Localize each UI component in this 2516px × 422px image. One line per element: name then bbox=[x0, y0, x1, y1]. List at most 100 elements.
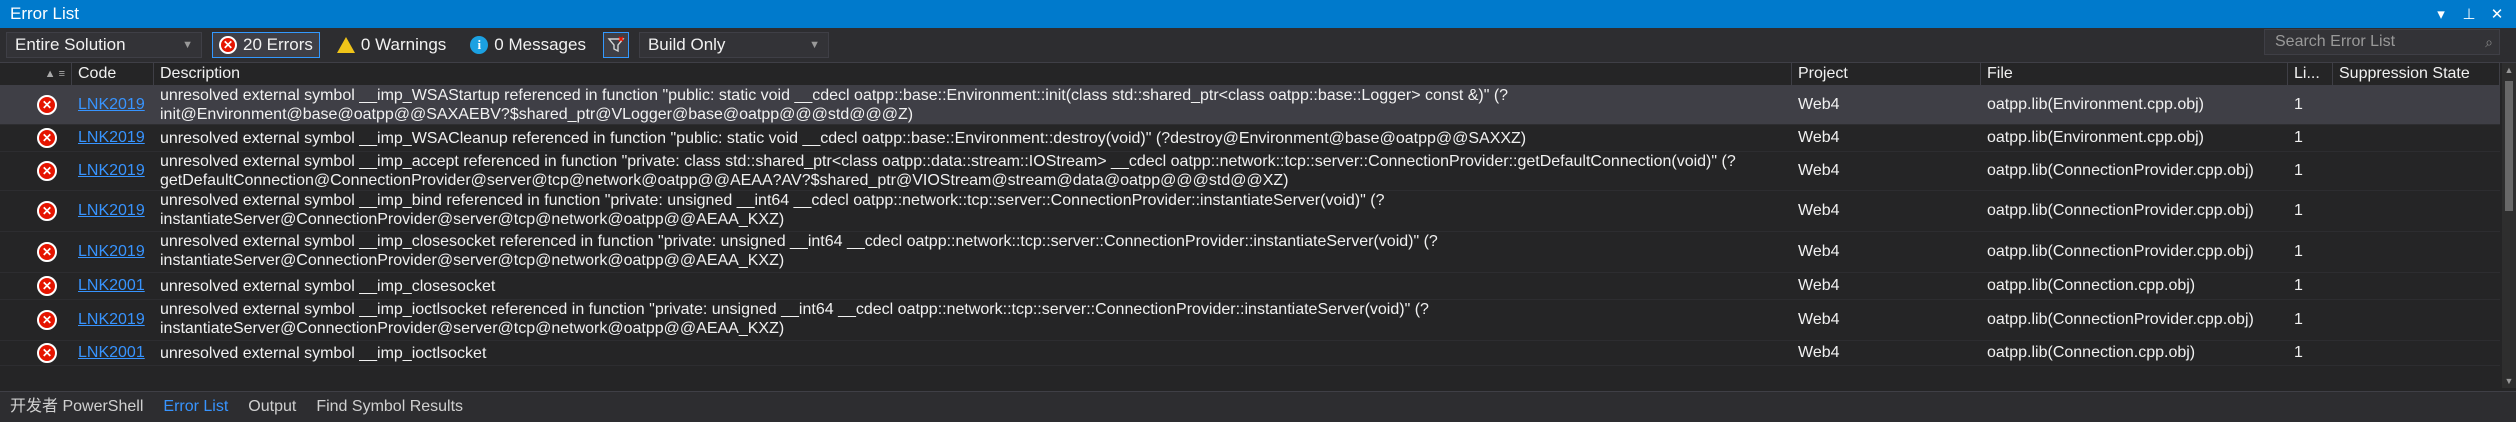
search-input[interactable]: Search Error List ⌕ bbox=[2264, 29, 2500, 55]
row-file: oatpp.lib(Connection.cpp.obj) bbox=[1987, 344, 2196, 361]
error-code-link[interactable]: LNK2019 bbox=[78, 202, 145, 220]
table-row[interactable]: ✕ LNK2001 unresolved external symbol __i… bbox=[0, 341, 2500, 366]
scroll-down-icon[interactable]: ▼ bbox=[2502, 374, 2516, 388]
bottom-tab-strip: 开发者 PowerShell Error List Output Find Sy… bbox=[0, 391, 2516, 422]
row-description: unresolved external symbol __imp_WSAStar… bbox=[160, 87, 1509, 123]
row-suppression bbox=[2333, 152, 2500, 190]
table-row[interactable]: ✕ LNK2019 unresolved external symbol __i… bbox=[0, 300, 2500, 341]
row-suppression bbox=[2333, 232, 2500, 272]
warnings-count: 0 Warnings bbox=[360, 35, 447, 54]
column-header-code[interactable]: Code bbox=[72, 63, 154, 85]
table-row[interactable]: ✕ LNK2019 unresolved external symbol __i… bbox=[0, 232, 2500, 273]
row-description: unresolved external symbol __imp_ioctlso… bbox=[160, 301, 1429, 337]
error-icon: ✕ bbox=[37, 201, 57, 221]
messages-filter-button[interactable]: i 0 Messages bbox=[463, 32, 593, 58]
table-row[interactable]: ✕ LNK2019 unresolved external symbol __i… bbox=[0, 125, 2500, 152]
row-project: Web4 bbox=[1798, 96, 1840, 113]
error-code-link[interactable]: LNK2019 bbox=[78, 129, 145, 147]
warnings-filter-button[interactable]: 0 Warnings bbox=[330, 32, 453, 58]
row-suppression bbox=[2333, 86, 2500, 124]
table-row[interactable]: ✕ LNK2019 unresolved external symbol __i… bbox=[0, 152, 2500, 191]
error-code-link[interactable]: LNK2019 bbox=[78, 243, 145, 261]
title-bar: Error List ▾ ⊥ ✕ bbox=[0, 0, 2516, 28]
tab-error-list[interactable]: Error List bbox=[153, 392, 238, 422]
toolbar: Entire Solution ▼ ✕ 20 Errors 0 Warnings… bbox=[0, 28, 2516, 63]
column-header-file[interactable]: File bbox=[1981, 63, 2288, 85]
close-icon[interactable]: ✕ bbox=[2488, 5, 2506, 23]
info-icon: i bbox=[470, 36, 489, 54]
search-placeholder: Search Error List bbox=[2275, 33, 2396, 50]
error-icon: ✕ bbox=[37, 343, 57, 363]
build-filter-dropdown[interactable]: Build Only ▼ bbox=[638, 32, 829, 58]
row-file: oatpp.lib(Environment.cpp.obj) bbox=[1987, 96, 2205, 113]
row-file: oatpp.lib(ConnectionProvider.cpp.obj) bbox=[1987, 202, 2254, 219]
row-suppression bbox=[2333, 273, 2500, 299]
window-title: Error List bbox=[10, 4, 79, 23]
build-filter-value: Build Only bbox=[647, 35, 726, 54]
pin-icon[interactable]: ⊥ bbox=[2460, 5, 2478, 23]
scope-dropdown[interactable]: Entire Solution ▼ bbox=[6, 32, 202, 58]
error-code-link[interactable]: LNK2019 bbox=[78, 162, 145, 180]
row-line: 1 bbox=[2294, 311, 2303, 328]
vertical-scrollbar[interactable]: ▲ ▼ bbox=[2502, 63, 2516, 388]
error-icon: ✕ bbox=[219, 36, 237, 54]
messages-count: 0 Messages bbox=[494, 35, 586, 54]
dropdown-icon[interactable]: ▾ bbox=[2432, 5, 2450, 23]
error-table: ▲ ≡ Code Description Project File Li... … bbox=[0, 63, 2500, 366]
row-project: Web4 bbox=[1798, 277, 1840, 294]
error-icon: ✕ bbox=[37, 161, 57, 181]
tab-find-symbol-results[interactable]: Find Symbol Results bbox=[306, 392, 473, 422]
errors-count: 20 Errors bbox=[243, 35, 313, 54]
row-line: 1 bbox=[2294, 344, 2303, 361]
row-line: 1 bbox=[2294, 96, 2303, 113]
row-description: unresolved external symbol __imp_WSAClea… bbox=[160, 129, 1527, 147]
row-description: unresolved external symbol __imp_ioctlso… bbox=[160, 344, 487, 362]
column-header-line[interactable]: Li... bbox=[2288, 63, 2333, 85]
chevron-down-icon: ▼ bbox=[182, 39, 193, 51]
tab-output[interactable]: Output bbox=[238, 392, 306, 422]
scroll-up-icon[interactable]: ▲ bbox=[2502, 63, 2516, 77]
row-suppression bbox=[2333, 191, 2500, 231]
scrollbar-thumb[interactable] bbox=[2505, 81, 2513, 211]
row-file: oatpp.lib(ConnectionProvider.cpp.obj) bbox=[1987, 311, 2254, 328]
row-line: 1 bbox=[2294, 277, 2303, 294]
row-project: Web4 bbox=[1798, 243, 1840, 260]
filter-icon bbox=[607, 36, 625, 53]
row-suppression bbox=[2333, 125, 2500, 151]
row-description: unresolved external symbol __imp_closeso… bbox=[160, 233, 1438, 269]
row-file: oatpp.lib(ConnectionProvider.cpp.obj) bbox=[1987, 162, 2254, 179]
column-header-description[interactable]: Description bbox=[154, 63, 1792, 85]
errors-filter-button[interactable]: ✕ 20 Errors bbox=[212, 32, 320, 58]
row-suppression bbox=[2333, 300, 2500, 340]
search-icon: ⌕ bbox=[2485, 33, 2493, 50]
error-list-window: Error List ▾ ⊥ ✕ Entire Solution ▼ ✕ 20 … bbox=[0, 0, 2516, 422]
column-header-suppression[interactable]: Suppression State bbox=[2333, 63, 2500, 85]
row-project: Web4 bbox=[1798, 311, 1840, 328]
sort-column-header[interactable]: ▲ ≡ bbox=[0, 63, 72, 85]
table-row[interactable]: ✕ LNK2019 unresolved external symbol __i… bbox=[0, 86, 2500, 125]
filter-toggle-button[interactable] bbox=[602, 32, 629, 58]
error-code-link[interactable]: LNK2001 bbox=[78, 344, 145, 362]
error-icon: ✕ bbox=[37, 128, 57, 148]
error-code-link[interactable]: LNK2019 bbox=[78, 311, 145, 329]
row-file: oatpp.lib(ConnectionProvider.cpp.obj) bbox=[1987, 243, 2254, 260]
error-code-link[interactable]: LNK2019 bbox=[78, 96, 145, 114]
scope-value: Entire Solution bbox=[15, 35, 126, 54]
table-header: ▲ ≡ Code Description Project File Li... … bbox=[0, 63, 2500, 86]
row-project: Web4 bbox=[1798, 129, 1840, 146]
warning-icon bbox=[336, 37, 355, 53]
error-code-link[interactable]: LNK2001 bbox=[78, 277, 145, 295]
tab-developer-powershell[interactable]: 开发者 PowerShell bbox=[0, 392, 153, 422]
table-row[interactable]: ✕ LNK2019 unresolved external symbol __i… bbox=[0, 191, 2500, 232]
row-file: oatpp.lib(Connection.cpp.obj) bbox=[1987, 277, 2196, 294]
row-description: unresolved external symbol __imp_closeso… bbox=[160, 277, 496, 295]
column-header-project[interactable]: Project bbox=[1792, 63, 1981, 85]
row-line: 1 bbox=[2294, 129, 2303, 146]
row-suppression bbox=[2333, 341, 2500, 365]
error-icon: ✕ bbox=[37, 310, 57, 330]
row-project: Web4 bbox=[1798, 344, 1840, 361]
row-description: unresolved external symbol __imp_bind re… bbox=[160, 192, 1385, 228]
error-icon: ✕ bbox=[37, 95, 57, 115]
table-row[interactable]: ✕ LNK2001 unresolved external symbol __i… bbox=[0, 273, 2500, 300]
row-line: 1 bbox=[2294, 243, 2303, 260]
